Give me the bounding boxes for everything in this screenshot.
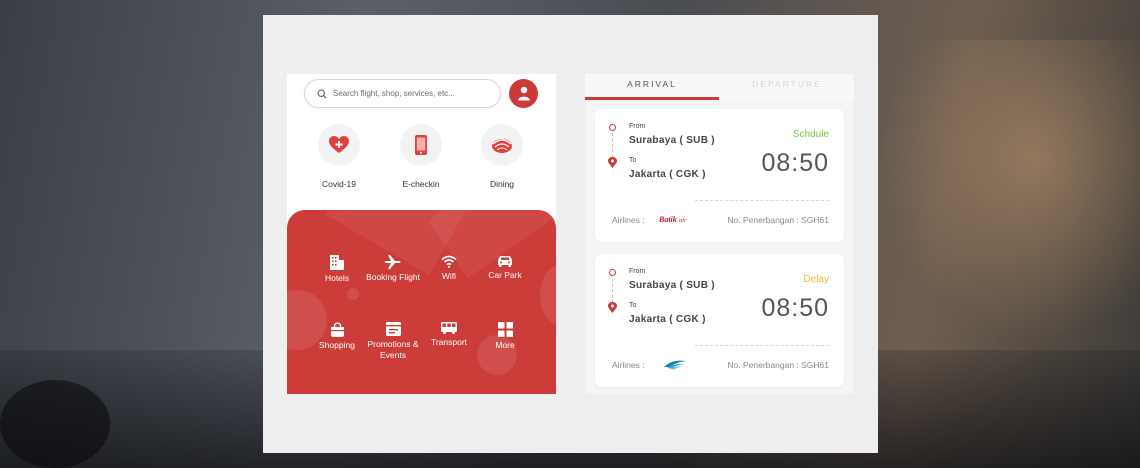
tab-departure[interactable]: DEPARTURE <box>720 79 854 89</box>
flight-time: 08:50 <box>761 149 829 177</box>
batik-air-logo: Batik air <box>658 215 687 224</box>
location-pin-icon <box>608 157 617 168</box>
airplane-icon <box>385 255 401 269</box>
flight-number: No. Penerbangan : SGH61 <box>727 215 829 225</box>
route-line <box>612 278 613 303</box>
airlines-label: Airlines : <box>612 360 645 370</box>
service-label: Transport <box>430 337 468 347</box>
origin-marker-icon <box>609 124 616 131</box>
building-icon <box>330 255 344 270</box>
service-label: Wifi <box>441 271 457 281</box>
service-shopping[interactable]: Shopping <box>309 322 365 351</box>
decor-circle <box>347 288 359 300</box>
service-car-park[interactable]: Car Park <box>477 255 533 281</box>
promo-icon <box>385 322 401 336</box>
services-card: Hotels Booking Flight Wifi Car Park Shop… <box>287 210 556 394</box>
airlines-label: Airlines : <box>612 215 645 225</box>
service-label: Promotions & Events <box>367 339 419 360</box>
user-icon <box>517 86 530 101</box>
divider <box>695 200 829 201</box>
to-city: Jakarta ( CGK ) <box>629 314 706 325</box>
search-bar[interactable] <box>304 79 501 108</box>
quick-action-label: Dining <box>489 179 515 189</box>
origin-marker-icon <box>609 269 616 276</box>
flight-time: 08:50 <box>761 294 829 322</box>
flight-number: No. Penerbangan : SGH61 <box>727 360 829 370</box>
phone-icon <box>415 135 427 155</box>
from-label: From <box>629 123 646 130</box>
service-label: Shopping <box>319 340 355 350</box>
location-pin-icon <box>608 302 617 313</box>
tab-bar: ARRIVAL DEPARTURE <box>585 74 854 101</box>
grid-icon <box>497 322 513 337</box>
car-icon <box>498 256 512 267</box>
service-label: Car Park <box>488 270 522 280</box>
sushi-icon <box>492 139 512 153</box>
flight-schedule-screen: ARRIVAL DEPARTURE From Surabaya ( SUB ) … <box>585 74 854 394</box>
service-booking-flight[interactable]: Booking Flight <box>365 255 421 283</box>
tab-arrival[interactable]: ARRIVAL <box>585 79 719 89</box>
from-city: Surabaya ( SUB ) <box>629 280 715 291</box>
svg-text:air: air <box>679 217 687 224</box>
decor-circle <box>540 265 556 325</box>
flight-card[interactable]: From Surabaya ( SUB ) To Jakarta ( CGK )… <box>595 254 844 387</box>
from-city: Surabaya ( SUB ) <box>629 135 715 146</box>
service-transport[interactable]: Transport <box>421 322 477 348</box>
shopping-bag-icon <box>330 322 344 337</box>
to-label: To <box>629 302 637 309</box>
to-city: Jakarta ( CGK ) <box>629 169 706 180</box>
active-tab-indicator <box>585 97 719 100</box>
to-label: To <box>629 157 637 164</box>
svg-text:Batik: Batik <box>658 215 677 224</box>
bus-icon <box>441 322 457 334</box>
service-label: Booking Flight <box>366 272 420 282</box>
heart-plus-icon <box>329 136 349 153</box>
status-badge: Schdule <box>792 129 829 140</box>
service-label: More <box>495 340 515 350</box>
profile-button[interactable] <box>509 79 538 108</box>
background-light <box>880 40 1140 340</box>
flight-card[interactable]: From Surabaya ( SUB ) To Jakarta ( CGK )… <box>595 109 844 242</box>
search-icon <box>317 88 327 99</box>
search-input[interactable] <box>333 89 483 98</box>
status-badge: Delay <box>803 274 829 285</box>
garuda-logo <box>664 360 686 370</box>
quick-action-echeckin[interactable]: E-checkin <box>391 124 451 189</box>
background-dark-spot <box>0 380 110 468</box>
quick-action-covid[interactable]: Covid-19 <box>309 124 369 189</box>
service-more[interactable]: More <box>477 322 533 351</box>
from-label: From <box>629 268 646 275</box>
quick-action-label: Covid-19 <box>321 179 357 189</box>
home-screen: Covid-19 E-checkin Dining <box>287 74 556 394</box>
quick-action-dining[interactable]: Dining <box>472 124 532 189</box>
divider <box>695 345 829 346</box>
service-promotions[interactable]: Promotions & Events <box>365 322 421 361</box>
route-line <box>612 133 613 158</box>
service-wifi[interactable]: Wifi <box>421 255 477 282</box>
quick-action-label: E-checkin <box>402 179 440 189</box>
service-hotels[interactable]: Hotels <box>309 255 365 284</box>
wifi-icon <box>441 255 457 268</box>
service-label: Hotels <box>324 273 350 283</box>
